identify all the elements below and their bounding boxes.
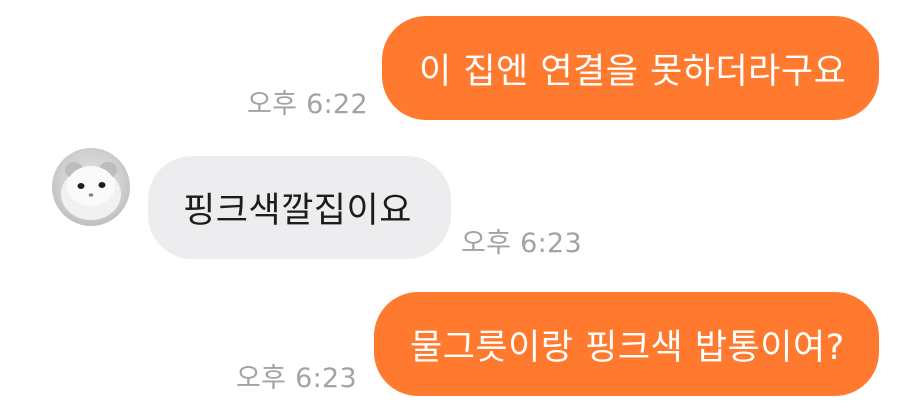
message-text: 이 집엔 연결을 못하더라구요 xyxy=(419,51,847,92)
message-timestamp: 오후 6:23 xyxy=(236,363,357,394)
message-timestamp: 오후 6:23 xyxy=(461,228,582,259)
outgoing-message-bubble[interactable]: 물그릇이랑 핑크색 밥통이여? xyxy=(374,292,879,396)
message-timestamp: 오후 6:22 xyxy=(247,89,368,120)
message-text: 핑크색깔집이요 xyxy=(183,191,412,231)
hamster-avatar-icon xyxy=(61,162,121,220)
outgoing-message-bubble[interactable]: 이 집엔 연결을 못하더라구요 xyxy=(382,16,879,120)
incoming-message-bubble[interactable]: 핑크색깔집이요 xyxy=(148,156,451,259)
contact-avatar[interactable] xyxy=(52,148,130,226)
message-text: 물그릇이랑 핑크색 밥통이여? xyxy=(410,327,845,368)
